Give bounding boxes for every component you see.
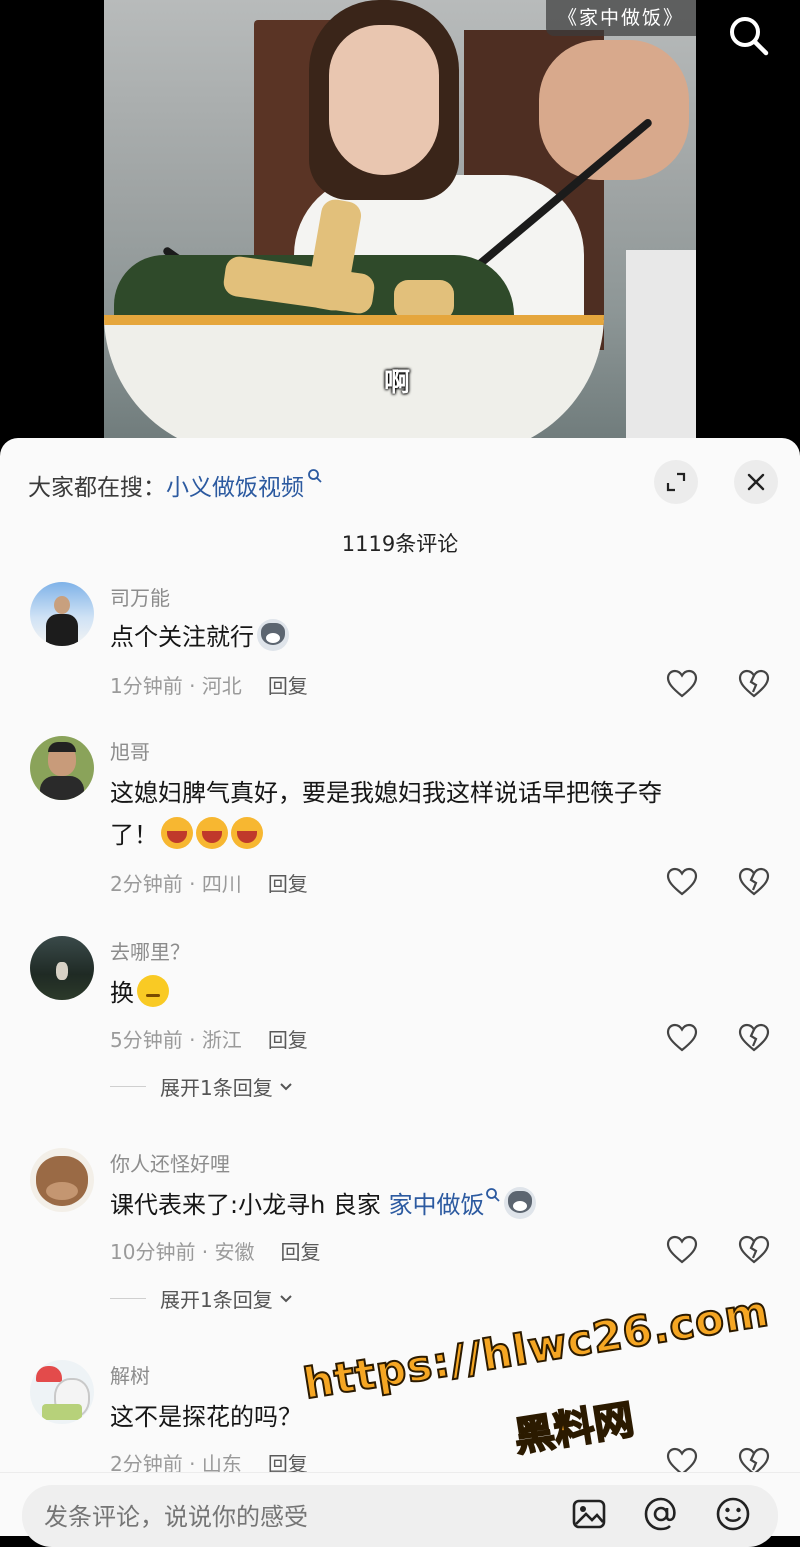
comment-location: 四川 <box>201 872 242 896</box>
comment-meta: 5分钟前 · 浙江 回复 <box>110 1024 308 1053</box>
search-small-icon <box>308 469 322 483</box>
image-icon[interactable] <box>570 1495 608 1533</box>
username[interactable]: 去哪里？ <box>110 936 190 965</box>
username[interactable]: 你人还怪好哩 <box>110 1148 230 1177</box>
fox-emoji-icon <box>503 1187 536 1219</box>
chevron-down-icon <box>280 1082 292 1090</box>
broken-heart-icon[interactable] <box>738 866 770 898</box>
comment-location: 浙江 <box>201 1028 242 1052</box>
comment-meta: 10分钟前 · 安徽 回复 <box>110 1236 321 1265</box>
comment-text: 课代表来了:小龙寻h 良家 家中做饭 <box>110 1184 750 1226</box>
heart-icon[interactable] <box>666 1234 698 1266</box>
comment-input-bar <box>0 1472 800 1547</box>
expand-icon <box>666 472 686 492</box>
comment-text: 点个关注就行 <box>110 616 750 658</box>
mention-icon[interactable] <box>642 1495 680 1533</box>
reply-button[interactable]: 回复 <box>268 674 308 698</box>
hot-search-prefix: 大家都在搜： <box>28 475 166 501</box>
meta-separator: · <box>195 1240 215 1264</box>
meta-separator: · <box>182 674 202 698</box>
broken-heart-icon[interactable] <box>738 668 770 700</box>
expand-replies-label: 展开1条回复 <box>160 1288 273 1312</box>
chevron-down-icon <box>280 1294 292 1302</box>
expand-replies-label: 展开1条回复 <box>160 1076 273 1100</box>
video-title-tag: 《家中做饭》 <box>545 0 696 36</box>
noodle <box>394 280 454 320</box>
comment-time: 1分钟前 <box>110 674 183 698</box>
expand-line <box>110 1086 146 1087</box>
comment-text-line: 了！ <box>110 814 750 856</box>
comment-meta: 2分钟前 · 四川 回复 <box>110 868 308 897</box>
expand-replies-button[interactable]: 展开1条回复 <box>110 1284 295 1313</box>
thinking-emoji-icon <box>137 975 169 1007</box>
username[interactable]: 旭哥 <box>110 736 150 765</box>
avatar[interactable] <box>30 1148 94 1212</box>
reply-button[interactable]: 回复 <box>268 1028 308 1052</box>
comment-location: 安徽 <box>214 1240 255 1264</box>
reply-button[interactable]: 回复 <box>268 872 308 896</box>
topic-link[interactable]: 家中做饭 <box>389 1191 485 1219</box>
video-subtitle: 啊 <box>384 368 411 398</box>
comment-input[interactable] <box>44 1499 544 1535</box>
expand-replies-button[interactable]: 展开1条回复 <box>110 1072 295 1101</box>
avatar[interactable] <box>30 936 94 1000</box>
username[interactable]: 司万能 <box>110 582 170 611</box>
comment-location: 河北 <box>201 674 242 698</box>
comment-text-content: 课代表来了:小龙寻h 良家 <box>110 1191 389 1219</box>
search-icon[interactable] <box>725 12 771 58</box>
broken-heart-icon[interactable] <box>738 1234 770 1266</box>
laugh-emoji-icon <box>196 817 228 849</box>
heart-icon[interactable] <box>666 668 698 700</box>
meta-separator: · <box>182 872 202 896</box>
comment-text: 这媳妇脾气真好，要是我媳妇我这样说话早把筷子夺 了！ <box>110 772 750 856</box>
hot-search-term[interactable]: 小义做饭视频 <box>166 475 304 501</box>
reply-button[interactable]: 回复 <box>281 1240 321 1264</box>
comment-time: 10分钟前 <box>110 1240 196 1264</box>
close-icon <box>747 473 765 491</box>
laugh-emoji-icon <box>161 817 193 849</box>
background-wall <box>626 250 696 445</box>
avatar[interactable] <box>30 736 94 800</box>
comment-text-content: 换 <box>110 979 134 1007</box>
broken-heart-icon[interactable] <box>738 1022 770 1054</box>
comment-count: 1119条评论 <box>341 532 459 556</box>
comment-text-content: 点个关注就行 <box>110 623 254 651</box>
comment-panel: 大家都在搜：小义做饭视频 1119条评论 司万能 点个关注就行 1分钟前 · 河… <box>0 438 800 1535</box>
meta-separator: · <box>182 1028 202 1052</box>
video-player[interactable]: 《家中做饭》 啊 <box>104 0 696 445</box>
bowl <box>104 315 604 445</box>
fox-emoji-icon <box>257 619 289 651</box>
comment-text: 这不是探花的吗？ <box>110 1396 750 1438</box>
avatar[interactable] <box>30 1360 94 1424</box>
comment-text-content: 了！ <box>110 821 158 849</box>
comment-text: 换 <box>110 972 750 1014</box>
laugh-emoji-icon <box>231 817 263 849</box>
comment-text-content: 这不是探花的吗？ <box>110 1403 302 1431</box>
comment-time: 5分钟前 <box>110 1028 183 1052</box>
expand-panel-button[interactable] <box>654 460 698 504</box>
avatar[interactable] <box>30 582 94 646</box>
heart-icon[interactable] <box>666 866 698 898</box>
heart-icon[interactable] <box>666 1022 698 1054</box>
comment-input-container[interactable] <box>22 1485 778 1547</box>
hot-search[interactable]: 大家都在搜：小义做饭视频 <box>28 468 323 502</box>
username[interactable]: 解树 <box>110 1360 150 1389</box>
expand-line <box>110 1298 146 1299</box>
person-hand <box>539 40 689 180</box>
search-small-icon <box>485 1188 500 1202</box>
comment-meta: 1分钟前 · 河北 回复 <box>110 670 308 699</box>
close-button[interactable] <box>734 460 778 504</box>
comment-time: 2分钟前 <box>110 872 183 896</box>
comment-text-line: 这媳妇脾气真好，要是我媳妇我这样说话早把筷子夺 <box>110 779 662 807</box>
emoji-icon[interactable] <box>714 1495 752 1533</box>
person-face <box>329 25 439 175</box>
